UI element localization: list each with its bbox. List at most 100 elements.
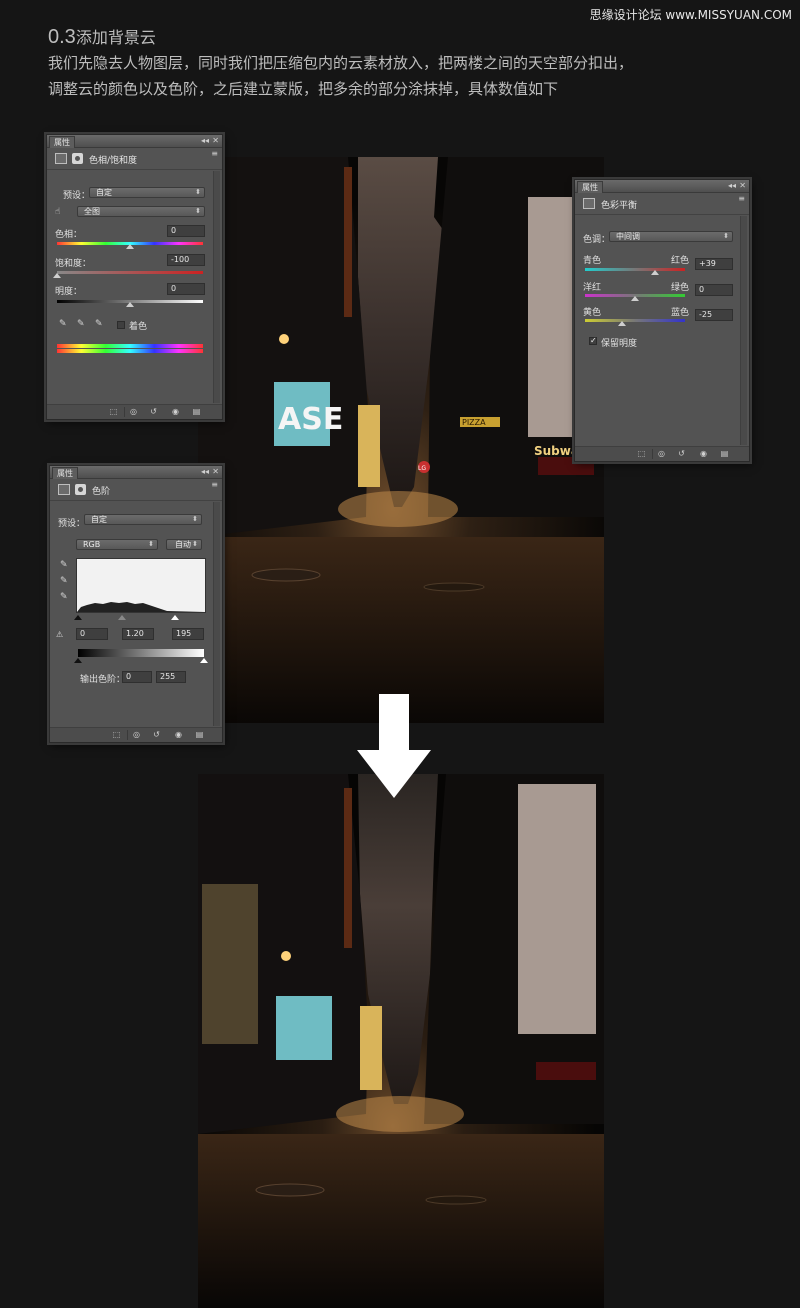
panel-menu-icon[interactable]: ≡ — [211, 148, 218, 160]
section-number: 0.3 — [48, 26, 76, 48]
panel-header-label: 色阶 — [92, 487, 111, 497]
output-black-field[interactable]: 0 — [122, 671, 152, 683]
input-gamma-field[interactable]: 1.20 — [122, 628, 154, 640]
eyedropper-icon[interactable]: ✎ — [59, 319, 67, 329]
color-balance-panel: 属性 ◂◂ ✕ 色彩平衡 ≡ 色调： 中间调 青色 红色 +39 洋红 绿色 0… — [574, 179, 750, 462]
lightness-slider-thumb[interactable] — [126, 302, 134, 307]
histogram — [76, 558, 206, 613]
eyedropper-black-icon[interactable]: ✎ — [60, 560, 68, 570]
channel-select[interactable]: 全图 — [77, 206, 205, 217]
clipping-warning-icon[interactable]: ⚠ — [56, 630, 63, 639]
hue-slider-thumb[interactable] — [126, 244, 134, 249]
mask-icon[interactable] — [72, 153, 83, 164]
panel-tab-collapse-icon[interactable]: ◂◂ — [728, 180, 736, 192]
panel-header-label: 色彩平衡 — [601, 201, 638, 211]
panel-scrollbar[interactable] — [740, 216, 747, 445]
input-black-field[interactable]: 0 — [76, 628, 108, 640]
levels-icon — [58, 484, 70, 495]
output-black-thumb[interactable] — [74, 658, 82, 663]
saturation-slider-track[interactable] — [57, 271, 203, 274]
preset-select[interactable]: 自定 — [89, 187, 205, 198]
panel-scrollbar[interactable] — [213, 502, 220, 726]
input-gamma-thumb[interactable] — [118, 615, 126, 620]
tone-select[interactable]: 中间调 — [609, 231, 733, 242]
panel-menu-icon[interactable]: ≡ — [211, 479, 218, 491]
view-previous-icon[interactable]: ◎ — [655, 449, 668, 459]
magenta-green-slider-thumb[interactable] — [631, 296, 639, 301]
saturation-slider-thumb[interactable] — [53, 273, 61, 278]
watermark: 思缘设计论坛 www.MISSYUAN.COM — [589, 8, 792, 22]
reset-icon[interactable]: ↺ — [147, 407, 160, 417]
blue-label: 蓝色 — [671, 308, 690, 318]
clip-layer-icon[interactable]: ⬚ — [110, 730, 123, 740]
panel-titlebar[interactable]: 属性 ◂◂ ✕ — [575, 180, 749, 193]
color-bar-bottom — [57, 349, 203, 353]
yellow-blue-slider-track[interactable] — [585, 319, 685, 322]
clip-layer-icon[interactable]: ⬚ — [635, 449, 648, 459]
preserve-luminosity-checkbox[interactable]: ✓ — [589, 337, 597, 345]
panel-tab-properties[interactable]: 属性 — [577, 181, 603, 193]
panel-close-icon[interactable]: ✕ — [739, 180, 746, 192]
eyedropper-gray-icon[interactable]: ✎ — [60, 576, 68, 586]
panel-menu-icon[interactable]: ≡ — [738, 193, 745, 205]
billboard-text: ASE — [278, 402, 343, 437]
output-white-field[interactable]: 255 — [156, 671, 186, 683]
auto-button[interactable]: 自动 — [166, 539, 202, 550]
output-levels-label: 输出色阶： — [80, 675, 126, 685]
hand-adjust-icon[interactable]: ☝ — [55, 207, 60, 217]
panel-tab-properties[interactable]: 属性 — [52, 467, 78, 479]
hue-label: 色相： — [55, 230, 83, 240]
output-gradient-bar — [78, 649, 204, 657]
panel-tab-collapse-icon[interactable]: ◂◂ — [201, 466, 209, 478]
yellow-label: 黄色 — [583, 308, 602, 318]
cyan-red-slider-track[interactable] — [585, 268, 685, 271]
delete-icon[interactable]: ▤ — [190, 407, 203, 417]
cyan-red-input[interactable]: +39 — [695, 258, 733, 270]
clip-layer-icon[interactable]: ⬚ — [107, 407, 120, 417]
section-heading: 0.3添加背景云 — [48, 24, 156, 49]
panel-titlebar[interactable]: 属性 ◂◂ ✕ — [47, 135, 222, 148]
reset-icon[interactable]: ↺ — [150, 730, 163, 740]
panel-tab-collapse-icon[interactable]: ◂◂ — [201, 135, 209, 147]
hue-input[interactable]: 0 — [167, 225, 205, 237]
panel-close-icon[interactable]: ✕ — [212, 135, 219, 147]
cyan-red-slider-thumb[interactable] — [651, 270, 659, 275]
eyedropper-minus-icon[interactable]: ✎ — [95, 319, 103, 329]
visibility-icon[interactable]: ◉ — [697, 449, 710, 459]
intro-line-2: 调整云的颜色以及色阶，之后建立蒙版，把多余的部分涂抹掉，具体数值如下 — [48, 80, 559, 98]
panel-titlebar[interactable]: 属性 ◂◂ ✕ — [50, 466, 222, 479]
eyedropper-white-icon[interactable]: ✎ — [60, 592, 68, 602]
panel-scrollbar[interactable] — [213, 171, 220, 403]
view-previous-icon[interactable]: ◎ — [130, 730, 143, 740]
colorize-checkbox[interactable] — [117, 321, 125, 329]
mask-icon[interactable] — [75, 484, 86, 495]
output-white-thumb[interactable] — [200, 658, 208, 663]
panel-tab-properties[interactable]: 属性 — [49, 136, 75, 148]
lightness-label: 明度： — [55, 287, 83, 297]
channel-select[interactable]: RGB — [76, 539, 158, 550]
panel-header: 色相/饱和度 ≡ — [47, 148, 222, 170]
eyedropper-plus-icon[interactable]: ✎ — [77, 319, 85, 329]
yellow-blue-slider-thumb[interactable] — [618, 321, 626, 326]
saturation-input[interactable]: -100 — [167, 254, 205, 266]
yellow-blue-input[interactable]: -25 — [695, 309, 733, 321]
input-black-thumb[interactable] — [74, 615, 82, 620]
colorize-label: 着色 — [129, 322, 148, 332]
preset-select[interactable]: 自定 — [84, 514, 202, 525]
color-balance-icon — [583, 198, 595, 209]
visibility-icon[interactable]: ◉ — [172, 730, 185, 740]
intro-text: 我们先隐去人物图层，同时我们把压缩包内的云素材放入，把两楼之间的天空部分扣出， … — [48, 50, 748, 102]
reset-icon[interactable]: ↺ — [675, 449, 688, 459]
input-white-thumb[interactable] — [171, 615, 179, 620]
input-white-field[interactable]: 195 — [172, 628, 204, 640]
magenta-green-input[interactable]: 0 — [695, 284, 733, 296]
visibility-icon[interactable]: ◉ — [169, 407, 182, 417]
green-label: 绿色 — [671, 283, 690, 293]
panel-close-icon[interactable]: ✕ — [212, 466, 219, 478]
view-previous-icon[interactable]: ◎ — [127, 407, 140, 417]
lightness-input[interactable]: 0 — [167, 283, 205, 295]
delete-icon[interactable]: ▤ — [193, 730, 206, 740]
tone-label: 色调： — [583, 235, 611, 245]
cyan-label: 青色 — [583, 256, 602, 266]
delete-icon[interactable]: ▤ — [718, 449, 731, 459]
